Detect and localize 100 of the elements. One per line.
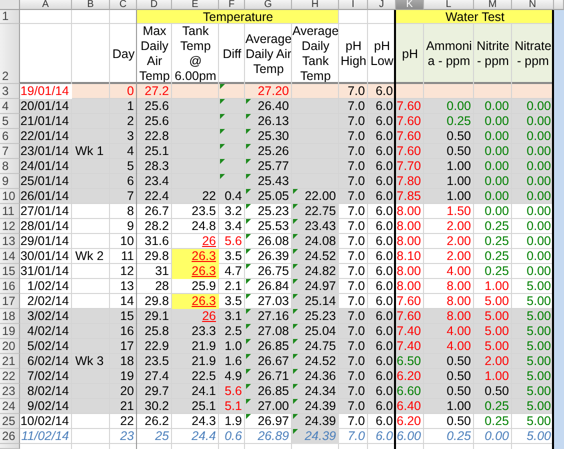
column-header[interactable]: E [172, 0, 219, 10]
table-cell: 25.6 [144, 99, 169, 113]
column-header[interactable]: N [512, 0, 554, 10]
column-header[interactable]: C [110, 0, 137, 10]
row-header[interactable]: 9 [0, 174, 20, 189]
table-cell: 22.4 [144, 189, 169, 203]
row-header[interactable]: 10 [0, 189, 20, 204]
table-cell: 25.9 [192, 279, 216, 293]
row-header[interactable]: 5 [0, 114, 20, 129]
table-cell: 7.60 [396, 114, 421, 128]
table-cell: 22 [120, 414, 134, 428]
table-cell: 21.9 [192, 354, 216, 368]
row-header[interactable]: 11 [0, 204, 20, 219]
row-header[interactable]: 16 [0, 279, 20, 294]
row-header[interactable]: 24 [0, 399, 20, 414]
table-cell: 23/01/14 [20, 144, 69, 158]
row-header[interactable]: 26 [0, 429, 20, 444]
table-cell: 25.04 [304, 324, 336, 338]
table-cell: 7.0 [348, 174, 365, 188]
table-cell: 5.00 [526, 354, 551, 368]
table-cell: 23 [120, 429, 134, 443]
table-cell: 8 [127, 204, 134, 218]
table-cell: 7.0 [348, 429, 365, 443]
column-title: pH [396, 24, 424, 84]
column-header[interactable]: F [219, 0, 245, 10]
column-header[interactable]: I [339, 0, 368, 10]
row-header[interactable]: 25 [0, 414, 20, 429]
table-cell: 6.50 [396, 354, 421, 368]
column-header[interactable]: D [137, 0, 172, 10]
table-cell: 5.00 [484, 324, 509, 338]
table-cell: 25.77 [258, 159, 289, 173]
table-cell: 7.60 [396, 309, 421, 323]
table-cell: 29/01/14 [20, 234, 69, 248]
row-header[interactable]: 2 [0, 24, 20, 84]
table-cell: 6.20 [396, 414, 421, 428]
row-header[interactable] [0, 444, 20, 449]
row-header[interactable]: 1 [0, 10, 20, 24]
column-header[interactable]: B [72, 0, 110, 10]
table-cell: 0.00 [526, 144, 551, 158]
table-cell: 24.08 [304, 234, 336, 248]
table-cell: 23.5 [192, 204, 216, 218]
table-cell: 6.0 [376, 234, 393, 248]
table-cell: 26.84 [258, 279, 289, 293]
table-cell: 2.00 [484, 354, 509, 368]
select-all-corner[interactable] [0, 0, 20, 10]
row-header[interactable]: 21 [0, 354, 20, 369]
table-cell: 4.9 [224, 369, 242, 383]
row-header[interactable]: 22 [0, 369, 20, 384]
table-cell: 28/01/14 [20, 219, 69, 233]
row-header[interactable]: 23 [0, 384, 20, 399]
table-cell: 26.97 [258, 414, 289, 428]
row-header[interactable]: 18 [0, 309, 20, 324]
row-header[interactable]: 14 [0, 249, 20, 264]
table-cell: 7.0 [348, 144, 365, 158]
table-cell: 5.00 [526, 339, 551, 353]
table-cell: 26.7 [144, 204, 169, 218]
column-header[interactable]: A [20, 0, 72, 10]
table-cell: 26.08 [258, 234, 289, 248]
row-header[interactable]: 13 [0, 234, 20, 249]
table-cell: 0.25 [484, 234, 509, 248]
table-cell: 14 [120, 294, 134, 308]
table-cell: 2.5 [224, 324, 242, 338]
row-header[interactable]: 4 [0, 99, 20, 114]
table-cell: 6.0 [376, 264, 393, 278]
table-cell: 27.16 [258, 309, 289, 323]
table-cell: 6.0 [376, 324, 393, 338]
column-title: Max Daily Air Temp [137, 24, 172, 84]
column-header[interactable]: L [424, 0, 474, 10]
table-cell: 0.4 [224, 189, 242, 203]
column-header[interactable]: J [368, 0, 396, 10]
table-cell: 6.0 [376, 144, 393, 158]
table-cell: 4/02/14 [27, 324, 69, 338]
column-header[interactable] [554, 0, 564, 10]
table-cell: 7.0 [348, 339, 365, 353]
column-header[interactable]: M [474, 0, 512, 10]
table-cell: 26.71 [258, 369, 289, 383]
row-header[interactable]: 6 [0, 129, 20, 144]
table-cell: 5.00 [526, 399, 551, 413]
row-header[interactable]: 17 [0, 294, 20, 309]
table-cell: 2.00 [446, 234, 471, 248]
column-header[interactable]: H [292, 0, 339, 10]
row-header[interactable]: 15 [0, 264, 20, 279]
row-header[interactable]: 12 [0, 219, 20, 234]
table-cell: 6.0 [376, 219, 393, 233]
row-header[interactable]: 7 [0, 144, 20, 159]
table-cell: 22 [202, 189, 216, 203]
table-cell: 23.5 [144, 354, 169, 368]
table-cell: 7.40 [396, 324, 421, 338]
table-cell: 8.00 [396, 204, 421, 218]
row-header[interactable]: 19 [0, 324, 20, 339]
table-cell: 25.23 [304, 309, 336, 323]
table-cell: 1.6 [224, 354, 242, 368]
table-cell: 20/01/14 [20, 99, 69, 113]
row-header[interactable]: 20 [0, 339, 20, 354]
table-cell: 6.0 [376, 204, 393, 218]
table-cell: 29.8 [144, 294, 169, 308]
row-header[interactable]: 8 [0, 159, 20, 174]
column-header[interactable]: G [245, 0, 292, 10]
row-header[interactable]: 3 [0, 84, 20, 99]
table-cell: 6.0 [376, 339, 393, 353]
